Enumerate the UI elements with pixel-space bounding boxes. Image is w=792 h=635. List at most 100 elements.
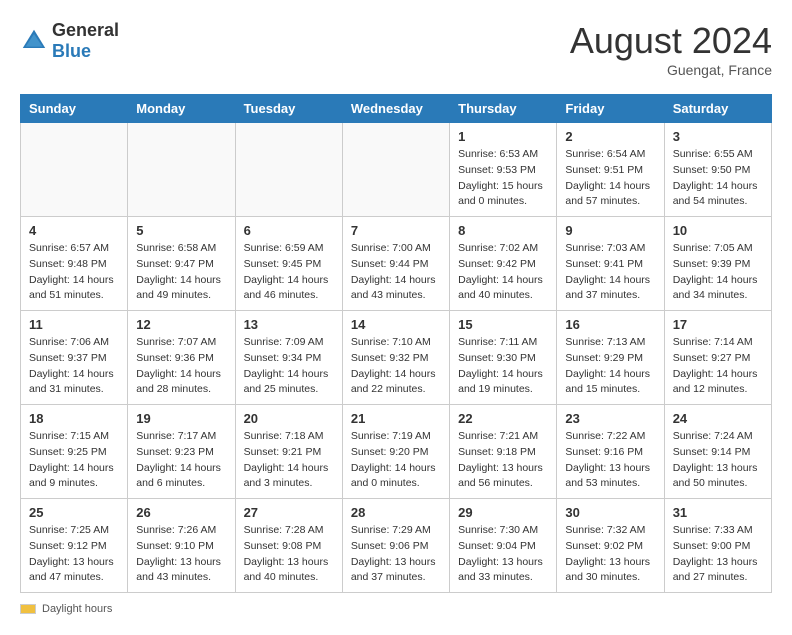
footer: Daylight hours	[20, 603, 772, 615]
day-info: Sunrise: 7:02 AM Sunset: 9:42 PM Dayligh…	[458, 241, 548, 304]
day-number: 27	[244, 505, 334, 520]
table-row: 23 Sunrise: 7:22 AM Sunset: 9:16 PM Dayli…	[557, 405, 664, 499]
col-saturday: Saturday	[664, 95, 771, 123]
day-info: Sunrise: 7:17 AM Sunset: 9:23 PM Dayligh…	[136, 429, 226, 492]
daylight-label: Daylight hours	[42, 603, 112, 615]
table-row: 9 Sunrise: 7:03 AM Sunset: 9:41 PM Daylig…	[557, 217, 664, 311]
day-info: Sunrise: 7:29 AM Sunset: 9:06 PM Dayligh…	[351, 523, 441, 586]
table-row: 28Sunrise: 7:29 AM Sunset: 9:06 PM Dayli…	[342, 499, 449, 593]
day-number: 18	[29, 411, 119, 426]
table-row: 21 Sunrise: 7:19 AM Sunset: 9:20 PM Dayli…	[342, 405, 449, 499]
day-info: Sunrise: 6:58 AM Sunset: 9:47 PM Dayligh…	[136, 241, 226, 304]
table-row: 10Sunrise: 7:05 AM Sunset: 9:39 PM Dayli…	[664, 217, 771, 311]
day-number: 31	[673, 505, 763, 520]
col-monday: Monday	[128, 95, 235, 123]
table-row: 6Sunrise: 6:59 AM Sunset: 9:45 PM Daylig…	[235, 217, 342, 311]
col-tuesday: Tuesday	[235, 95, 342, 123]
day-number: 4	[29, 223, 119, 238]
day-number: 16	[565, 317, 655, 332]
table-row: 1 Sunrise: 6:53 AM Sunset: 9:53 PM Daylig…	[450, 123, 557, 217]
table-row: 7Sunrise: 7:00 AM Sunset: 9:44 PM Daylig…	[342, 217, 449, 311]
col-thursday: Thursday	[450, 95, 557, 123]
table-row: 30Sunrise: 7:32 AM Sunset: 9:02 PM Dayli…	[557, 499, 664, 593]
day-info: Sunrise: 7:11 AM Sunset: 9:30 PM Dayligh…	[458, 335, 548, 398]
day-info: Sunrise: 7:09 AM Sunset: 9:34 PM Dayligh…	[244, 335, 334, 398]
day-info: Sunrise: 7:26 AM Sunset: 9:10 PM Dayligh…	[136, 523, 226, 586]
day-number: 2	[565, 129, 655, 144]
day-number: 21	[351, 411, 441, 426]
day-info: Sunrise: 6:54 AM Sunset: 9:51 PM Dayligh…	[565, 147, 655, 210]
day-number: 24	[673, 411, 763, 426]
table-row: 19 Sunrise: 7:17 AM Sunset: 9:23 PM Dayli…	[128, 405, 235, 499]
day-number: 1	[458, 129, 548, 144]
table-row	[342, 123, 449, 217]
table-row: 17 Sunrise: 7:14 AM Sunset: 9:27 PM Dayli…	[664, 311, 771, 405]
day-info: Sunrise: 6:53 AM Sunset: 9:53 PM Dayligh…	[458, 147, 548, 210]
logo-text: General Blue	[52, 20, 119, 62]
table-row: 8Sunrise: 7:02 AM Sunset: 9:42 PM Daylig…	[450, 217, 557, 311]
day-number: 29	[458, 505, 548, 520]
calendar-week-4: 18Sunrise: 7:15 AM Sunset: 9:25 PM Dayli…	[21, 405, 772, 499]
day-number: 3	[673, 129, 763, 144]
day-number: 9	[565, 223, 655, 238]
col-friday: Friday	[557, 95, 664, 123]
logo: General Blue	[20, 20, 119, 62]
day-info: Sunrise: 7:24 AM Sunset: 9:14 PM Dayligh…	[673, 429, 763, 492]
table-row: 4 Sunrise: 6:57 AM Sunset: 9:48 PM Daylig…	[21, 217, 128, 311]
day-info: Sunrise: 7:25 AM Sunset: 9:12 PM Dayligh…	[29, 523, 119, 586]
day-info: Sunrise: 7:19 AM Sunset: 9:20 PM Dayligh…	[351, 429, 441, 492]
day-number: 23	[565, 411, 655, 426]
month-title: August 2024	[570, 20, 772, 62]
calendar-table: Sunday Monday Tuesday Wednesday Thursday…	[20, 94, 772, 593]
calendar-week-1: 1 Sunrise: 6:53 AM Sunset: 9:53 PM Daylig…	[21, 123, 772, 217]
day-number: 22	[458, 411, 548, 426]
table-row: 5 Sunrise: 6:58 AM Sunset: 9:47 PM Daylig…	[128, 217, 235, 311]
table-row: 12 Sunrise: 7:07 AM Sunset: 9:36 PM Dayli…	[128, 311, 235, 405]
day-number: 20	[244, 411, 334, 426]
table-row: 29Sunrise: 7:30 AM Sunset: 9:04 PM Dayli…	[450, 499, 557, 593]
table-row: 26 Sunrise: 7:26 AM Sunset: 9:10 PM Dayli…	[128, 499, 235, 593]
day-number: 30	[565, 505, 655, 520]
table-row: 3 Sunrise: 6:55 AM Sunset: 9:50 PM Daylig…	[664, 123, 771, 217]
day-number: 17	[673, 317, 763, 332]
day-info: Sunrise: 7:06 AM Sunset: 9:37 PM Dayligh…	[29, 335, 119, 398]
page-header: General Blue August 2024 Guengat, France	[20, 20, 772, 78]
table-row: 13 Sunrise: 7:09 AM Sunset: 9:34 PM Dayli…	[235, 311, 342, 405]
day-info: Sunrise: 6:57 AM Sunset: 9:48 PM Dayligh…	[29, 241, 119, 304]
day-number: 13	[244, 317, 334, 332]
day-number: 19	[136, 411, 226, 426]
logo-icon	[20, 27, 48, 55]
logo-blue: Blue	[52, 41, 91, 61]
day-info: Sunrise: 7:28 AM Sunset: 9:08 PM Dayligh…	[244, 523, 334, 586]
table-row	[128, 123, 235, 217]
day-info: Sunrise: 7:22 AM Sunset: 9:16 PM Dayligh…	[565, 429, 655, 492]
day-number: 25	[29, 505, 119, 520]
day-number: 6	[244, 223, 334, 238]
table-row: 2 Sunrise: 6:54 AM Sunset: 9:51 PM Daylig…	[557, 123, 664, 217]
day-info: Sunrise: 7:21 AM Sunset: 9:18 PM Dayligh…	[458, 429, 548, 492]
day-info: Sunrise: 7:18 AM Sunset: 9:21 PM Dayligh…	[244, 429, 334, 492]
day-number: 12	[136, 317, 226, 332]
daylight-bar-icon	[20, 604, 36, 614]
table-row: 14Sunrise: 7:10 AM Sunset: 9:32 PM Dayli…	[342, 311, 449, 405]
table-row: 24 Sunrise: 7:24 AM Sunset: 9:14 PM Dayli…	[664, 405, 771, 499]
day-info: Sunrise: 6:55 AM Sunset: 9:50 PM Dayligh…	[673, 147, 763, 210]
col-sunday: Sunday	[21, 95, 128, 123]
day-number: 26	[136, 505, 226, 520]
day-info: Sunrise: 7:13 AM Sunset: 9:29 PM Dayligh…	[565, 335, 655, 398]
table-row: 11Sunrise: 7:06 AM Sunset: 9:37 PM Dayli…	[21, 311, 128, 405]
day-info: Sunrise: 7:07 AM Sunset: 9:36 PM Dayligh…	[136, 335, 226, 398]
day-number: 15	[458, 317, 548, 332]
day-number: 5	[136, 223, 226, 238]
day-info: Sunrise: 7:33 AM Sunset: 9:00 PM Dayligh…	[673, 523, 763, 586]
logo-general: General	[52, 20, 119, 40]
table-row: 16 Sunrise: 7:13 AM Sunset: 9:29 PM Dayli…	[557, 311, 664, 405]
table-row: 25 Sunrise: 7:25 AM Sunset: 9:12 PM Dayli…	[21, 499, 128, 593]
table-row: 31 Sunrise: 7:33 AM Sunset: 9:00 PM Dayli…	[664, 499, 771, 593]
day-info: Sunrise: 7:14 AM Sunset: 9:27 PM Dayligh…	[673, 335, 763, 398]
day-info: Sunrise: 7:03 AM Sunset: 9:41 PM Dayligh…	[565, 241, 655, 304]
day-info: Sunrise: 7:10 AM Sunset: 9:32 PM Dayligh…	[351, 335, 441, 398]
table-row: 15 Sunrise: 7:11 AM Sunset: 9:30 PM Dayli…	[450, 311, 557, 405]
table-row	[235, 123, 342, 217]
calendar-week-2: 4 Sunrise: 6:57 AM Sunset: 9:48 PM Daylig…	[21, 217, 772, 311]
